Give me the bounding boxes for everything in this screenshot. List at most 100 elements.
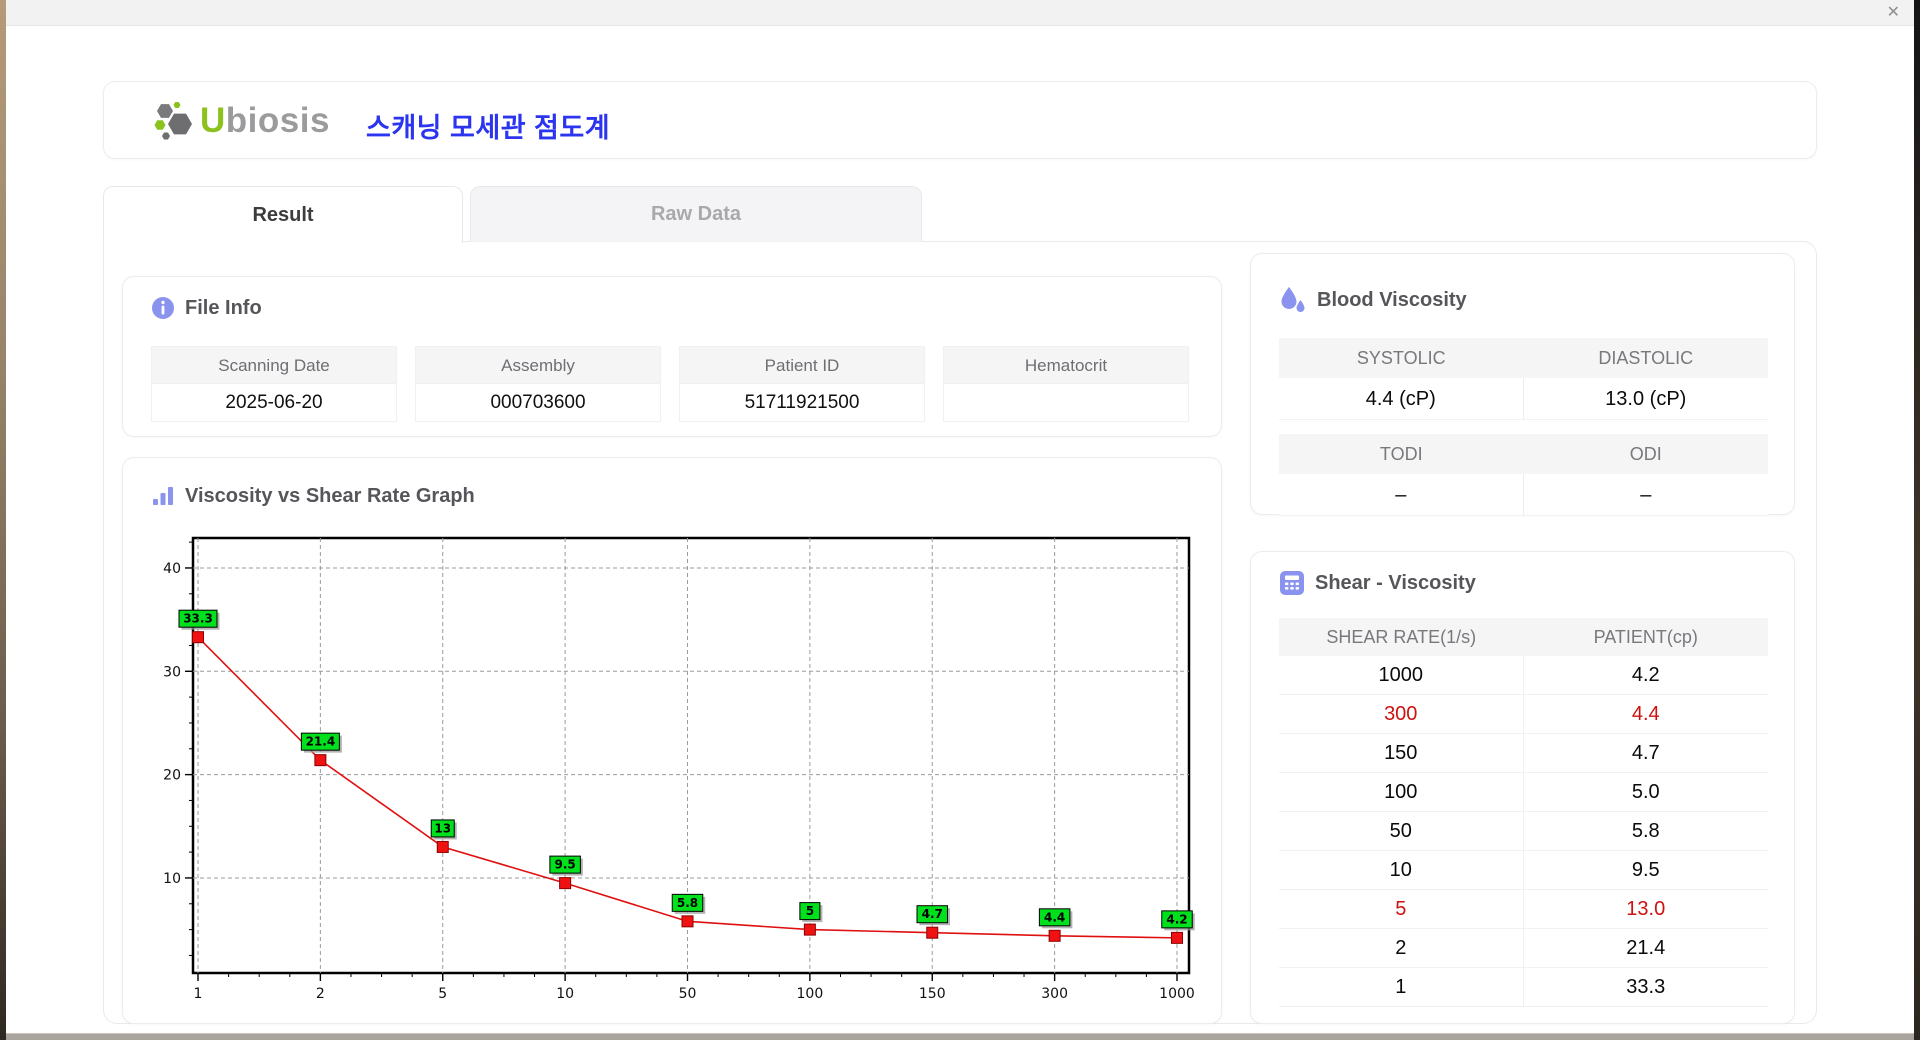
blood-viscosity-value: 4.4 (cP) <box>1279 378 1524 420</box>
blood-viscosity-label: TODI <box>1279 434 1524 474</box>
logo-hexagons-icon <box>154 102 192 140</box>
shear-table: SHEAR RATE(1/s) PATIENT(cp) 1000 4.2 300 4.4… <box>1279 618 1768 1007</box>
blood-viscosity-label-row: SYSTOLIC DIASTOLIC <box>1279 338 1768 378</box>
table-row: 10 9.5 <box>1279 851 1768 890</box>
table-cell: 150 <box>1279 734 1524 772</box>
blood-viscosity-label: SYSTOLIC <box>1279 338 1524 378</box>
file-info-field: Hematocrit <box>943 346 1189 422</box>
field-value <box>943 384 1189 422</box>
calculator-icon <box>1280 571 1304 595</box>
table-cell: 2 <box>1279 929 1524 967</box>
table-cell: 10 <box>1279 851 1524 889</box>
svg-text:4.4: 4.4 <box>1044 910 1065 924</box>
blood-viscosity-table: SYSTOLIC DIASTOLIC 4.4 (cP) 13.0 (cP) TODI OD… <box>1279 338 1768 530</box>
shear-viscosity-title: Shear - Viscosity <box>1315 571 1476 594</box>
table-cell: 21.4 <box>1626 937 1666 959</box>
table-cell: 5.0 <box>1631 781 1660 803</box>
table-cell: 9.5 <box>1631 859 1660 881</box>
table-row: 150 4.7 <box>1279 734 1768 773</box>
table-row: 1 33.3 <box>1279 968 1768 1007</box>
svg-text:4.2: 4.2 <box>1166 912 1187 926</box>
column-header: SHEAR RATE(1/s) <box>1326 627 1477 647</box>
file-info-field: Assembly 000703600 <box>415 346 661 422</box>
logo-text: Ubiosis <box>200 101 330 141</box>
blood-viscosity-title: Blood Viscosity <box>1317 288 1467 311</box>
blood-viscosity-value-row: – – <box>1279 474 1768 516</box>
svg-text:10: 10 <box>556 986 574 1002</box>
svg-text:1000: 1000 <box>1159 986 1195 1002</box>
tab-raw-data[interactable]: Raw Data <box>470 186 922 242</box>
blood-viscosity-label-row: TODI ODI <box>1279 434 1768 474</box>
svg-text:10: 10 <box>163 871 181 887</box>
desktop-edge-left <box>0 0 6 1040</box>
info-icon <box>152 297 174 319</box>
blood-viscosity-group: TODI ODI – – <box>1279 434 1768 516</box>
field-value: 000703600 <box>415 384 661 422</box>
desktop-edge-right <box>1914 0 1920 1040</box>
blood-viscosity-value: – <box>1279 474 1524 516</box>
table-cell: 13.0 <box>1626 898 1666 920</box>
field-label: Scanning Date <box>151 346 397 384</box>
table-row: 100 5.0 <box>1279 773 1768 812</box>
tab-result[interactable]: Result <box>103 186 463 243</box>
svg-text:33.3: 33.3 <box>183 612 213 626</box>
svg-text:5: 5 <box>438 986 447 1002</box>
svg-text:40: 40 <box>163 561 181 577</box>
svg-text:1: 1 <box>194 986 203 1002</box>
table-cell: 50 <box>1279 812 1524 850</box>
table-row: 300 4.4 <box>1279 695 1768 734</box>
ubiosis-logo: Ubiosis <box>152 100 330 142</box>
svg-text:300: 300 <box>1041 986 1068 1002</box>
svg-text:100: 100 <box>797 986 824 1002</box>
table-cell: 300 <box>1279 695 1524 733</box>
table-cell: 5 <box>1279 890 1524 928</box>
logo-text-rest: biosis <box>225 101 330 140</box>
table-cell: 4.7 <box>1631 742 1660 764</box>
window-titlebar: ✕ <box>6 0 1914 26</box>
blood-viscosity-group: SYSTOLIC DIASTOLIC 4.4 (cP) 13.0 (cP) <box>1279 338 1768 420</box>
shear-table-header: SHEAR RATE(1/s) PATIENT(cp) <box>1279 618 1768 656</box>
window-bottom-edge <box>0 1033 1920 1040</box>
logo-letter-u: U <box>200 101 226 140</box>
svg-text:5.8: 5.8 <box>677 896 698 910</box>
shear-table-body: 1000 4.2 300 4.4 150 4.7 100 5.0 50 5.8 10 9.5 5 13.0… <box>1279 656 1768 1007</box>
column-header: PATIENT(cp) <box>1593 627 1698 647</box>
field-label: Assembly <box>415 346 661 384</box>
file-info-card: File Info Scanning Date 2025-06-20 Assembl… <box>122 276 1222 437</box>
graph-card: Viscosity vs Shear Rate Graph 10 20 30 40 1 2… <box>122 457 1222 1024</box>
header-card: Ubiosis 스캐닝 모세관 점도계 <box>103 81 1817 159</box>
table-row: 50 5.8 <box>1279 812 1768 851</box>
droplets-icon <box>1281 287 1305 312</box>
svg-text:21.4: 21.4 <box>306 735 336 749</box>
table-cell: 1 <box>1279 968 1524 1006</box>
page-title: 스캐닝 모세관 점도계 <box>366 113 611 143</box>
shear-viscosity-card: Shear - Viscosity SHEAR RATE(1/s) PATIENT… <box>1250 551 1795 1024</box>
viscosity-chart: 10 20 30 40 1 2 5 10 50 100 150 300 1000 33.3 21.4 13 9.… <box>163 536 1195 1002</box>
file-info-fields: Scanning Date 2025-06-20 Assembly 000703600… <box>151 346 1189 422</box>
blood-viscosity-value: – <box>1523 474 1768 516</box>
svg-text:13: 13 <box>434 821 451 835</box>
file-info-title: File Info <box>185 296 262 319</box>
field-value: 2025-06-20 <box>151 384 397 422</box>
blood-viscosity-label: DIASTOLIC <box>1523 338 1768 378</box>
blood-viscosity-value-row: 4.4 (cP) 13.0 (cP) <box>1279 378 1768 420</box>
table-row: 5 13.0 <box>1279 890 1768 929</box>
table-cell: 4.2 <box>1631 664 1660 686</box>
app-window: ✕ Ubiosis 스캐닝 모세관 점도계 Result Raw Data Fi… <box>0 0 1920 1040</box>
table-cell: 4.4 <box>1631 703 1660 725</box>
svg-text:9.5: 9.5 <box>554 858 575 872</box>
table-cell: 5.8 <box>1631 820 1660 842</box>
close-icon[interactable]: ✕ <box>1887 3 1900 23</box>
field-value: 51711921500 <box>679 384 925 422</box>
field-label: Hematocrit <box>943 346 1189 384</box>
svg-text:4.7: 4.7 <box>922 907 943 921</box>
svg-text:2: 2 <box>316 986 325 1002</box>
svg-text:150: 150 <box>919 986 946 1002</box>
table-cell: 100 <box>1279 773 1524 811</box>
svg-text:50: 50 <box>679 986 697 1002</box>
svg-text:5: 5 <box>806 904 814 918</box>
svg-text:20: 20 <box>163 768 181 784</box>
blood-viscosity-label: ODI <box>1523 434 1768 474</box>
file-info-field: Scanning Date 2025-06-20 <box>151 346 397 422</box>
file-info-field: Patient ID 51711921500 <box>679 346 925 422</box>
